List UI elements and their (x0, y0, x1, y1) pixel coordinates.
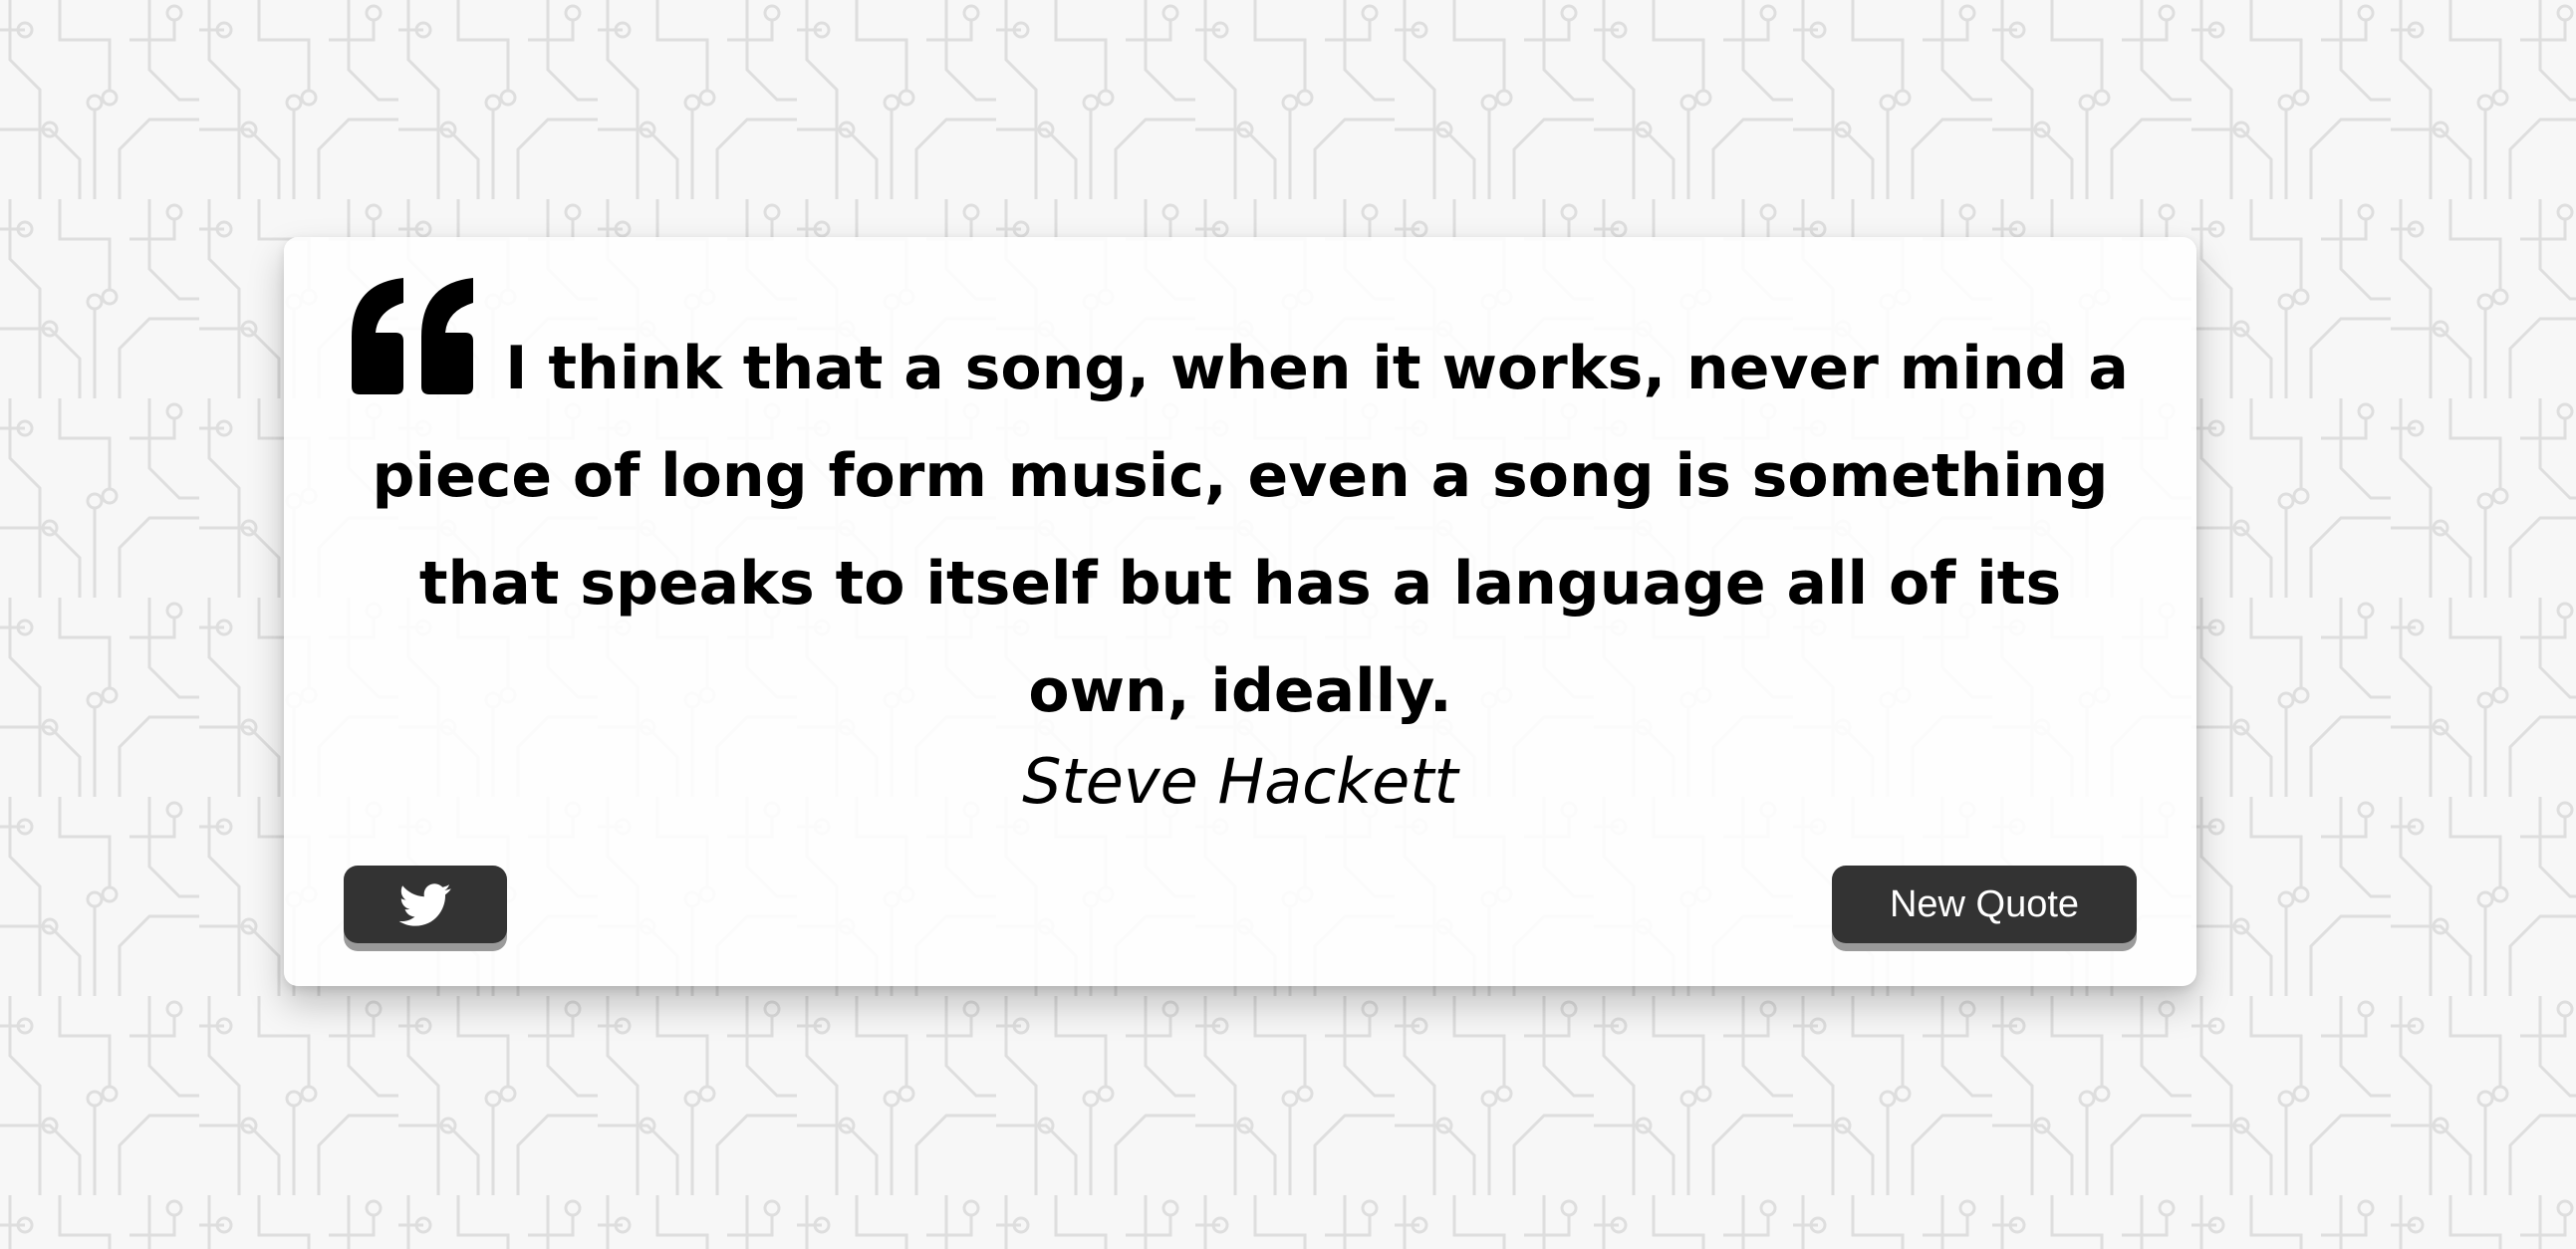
twitter-icon (398, 882, 451, 926)
quote-text: I think that a song, when it works, neve… (372, 334, 2129, 726)
quote-card: I think that a song, when it works, neve… (284, 237, 2196, 986)
new-quote-button[interactable]: New Quote (1832, 866, 2137, 943)
quote-text-block: I think that a song, when it works, neve… (344, 277, 2137, 745)
tweet-quote-button[interactable] (344, 866, 507, 943)
quote-left-icon (352, 278, 474, 394)
quote-author: Steve Hackett (1022, 745, 1458, 818)
